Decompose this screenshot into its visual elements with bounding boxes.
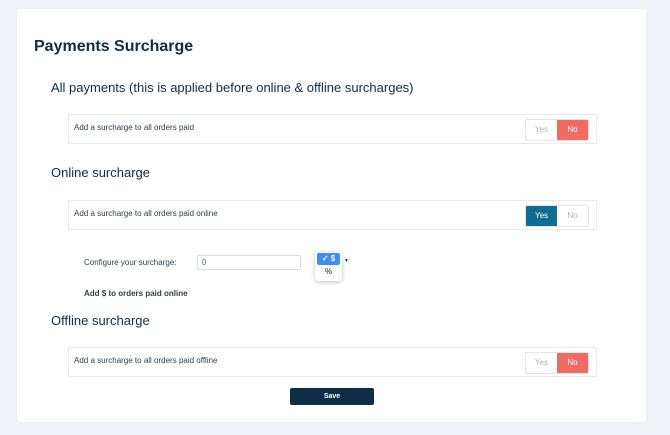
all-no-button[interactable]: No bbox=[557, 120, 588, 140]
surcharge-summary-note: Add $ to orders paid online bbox=[84, 289, 188, 298]
offline-yes-button[interactable]: Yes bbox=[526, 353, 557, 373]
all-surcharge-label: Add a surcharge to all orders paid bbox=[74, 123, 195, 132]
offline-surcharge-row: Add a surcharge to all orders paid offli… bbox=[68, 347, 597, 377]
unit-option-percent[interactable]: % bbox=[317, 266, 340, 278]
offline-surcharge-toggle: Yes No bbox=[525, 352, 589, 374]
all-yes-button[interactable]: Yes bbox=[526, 120, 557, 140]
online-surcharge-row: Add a surcharge to all orders paid onlin… bbox=[68, 200, 597, 230]
section-title-offline: Offline surcharge bbox=[51, 313, 150, 328]
all-surcharge-toggle: Yes No bbox=[525, 119, 589, 141]
section-title-online: Online surcharge bbox=[51, 165, 150, 180]
configure-surcharge-label: Configure your surcharge: bbox=[84, 258, 177, 267]
settings-card: Payments Surcharge All payments (this is… bbox=[17, 9, 646, 422]
online-surcharge-toggle: Yes No bbox=[525, 205, 589, 227]
online-surcharge-label: Add a surcharge to all orders paid onlin… bbox=[74, 209, 218, 218]
section-title-all: All payments (this is applied before onl… bbox=[51, 80, 414, 95]
page-title: Payments Surcharge bbox=[34, 38, 194, 55]
online-no-button[interactable]: No bbox=[557, 206, 588, 226]
surcharge-unit-dropdown[interactable]: ✓ $ % bbox=[315, 252, 342, 281]
surcharge-amount-input[interactable] bbox=[197, 255, 301, 270]
offline-no-button[interactable]: No bbox=[557, 353, 588, 373]
unit-option-dollar[interactable]: ✓ $ bbox=[317, 253, 340, 265]
offline-surcharge-label: Add a surcharge to all orders paid offli… bbox=[74, 356, 218, 365]
save-button[interactable]: Save bbox=[290, 388, 374, 405]
all-surcharge-row: Add a surcharge to all orders paid Yes N… bbox=[68, 114, 597, 144]
caret-down-icon: ▼ bbox=[344, 258, 349, 264]
online-yes-button[interactable]: Yes bbox=[526, 206, 557, 226]
